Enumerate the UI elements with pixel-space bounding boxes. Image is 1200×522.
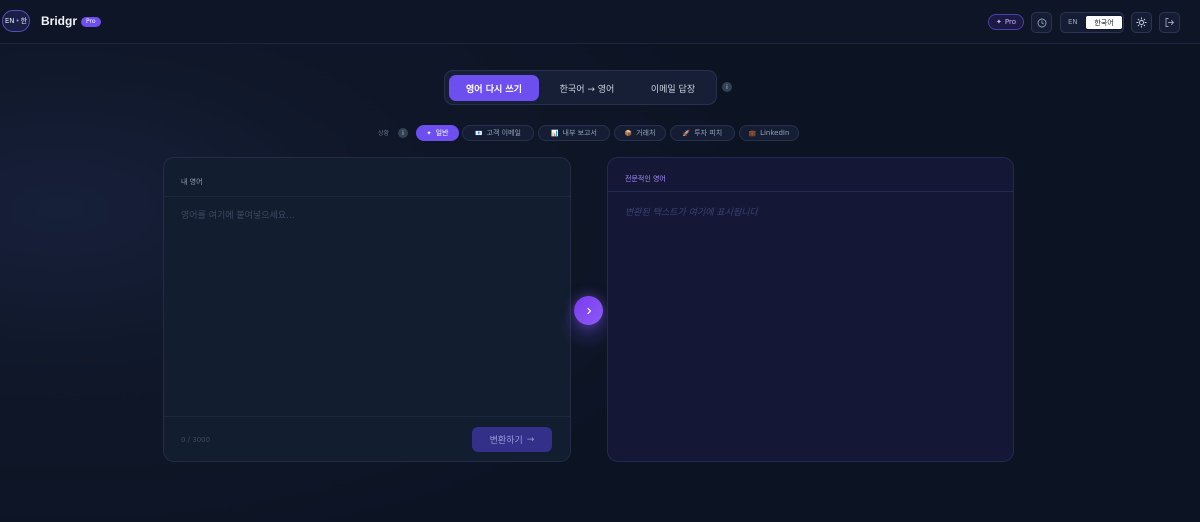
briefcase-icon: 💼 bbox=[748, 129, 757, 137]
language-toggle[interactable]: EN 한국어 bbox=[1060, 12, 1124, 33]
convert-button[interactable]: 변환하기 → bbox=[472, 427, 552, 452]
clock-icon bbox=[1037, 18, 1046, 27]
package-icon: 📦 bbox=[624, 129, 633, 137]
top-header: EN • 한 Bridgr Pro ✦ Pro EN 한국어 bbox=[0, 0, 1200, 44]
rocket-icon: 🚀 bbox=[682, 129, 691, 137]
input-panel: 내 영어 0 / 3000 변환하기 → bbox=[163, 157, 571, 462]
mode-tabs: 영어 다시 쓰기 한국어 → 영어 이메일 답장 bbox=[444, 70, 717, 105]
divider bbox=[608, 191, 1013, 192]
situation-info-icon[interactable]: i bbox=[398, 128, 408, 138]
upgrade-pro-button[interactable]: ✦ Pro bbox=[988, 14, 1024, 30]
chip-partner[interactable]: 📦 거래처 bbox=[614, 125, 666, 141]
logo-icon: EN • 한 bbox=[2, 10, 30, 32]
sparkle-icon: ✦ bbox=[426, 129, 432, 137]
chip-general[interactable]: ✦ 일반 bbox=[416, 125, 459, 141]
chip-label: 투자 피치 bbox=[694, 129, 723, 137]
chip-linkedin[interactable]: 💼 LinkedIn bbox=[739, 125, 799, 141]
divider bbox=[164, 196, 570, 197]
tabs-info-icon[interactable]: i bbox=[722, 82, 732, 92]
chip-internal-report[interactable]: 📊 내부 보고서 bbox=[538, 125, 610, 141]
chip-label: 내부 보고서 bbox=[562, 129, 597, 137]
tab-rewrite-english[interactable]: 영어 다시 쓰기 bbox=[449, 75, 539, 101]
history-button[interactable] bbox=[1031, 12, 1052, 33]
chip-label: 거래처 bbox=[636, 129, 656, 137]
theme-toggle-button[interactable] bbox=[1131, 12, 1152, 33]
tab-email-reply[interactable]: 이메일 답장 bbox=[633, 75, 713, 101]
logout-icon bbox=[1165, 18, 1175, 27]
divider bbox=[164, 416, 570, 417]
transform-button[interactable] bbox=[574, 296, 603, 325]
bar-chart-icon: 📊 bbox=[551, 129, 559, 137]
chip-label: 고객 이메일 bbox=[486, 129, 521, 137]
pro-badge: Pro bbox=[81, 17, 101, 27]
chip-customer-email[interactable]: 📧 고객 이메일 bbox=[462, 125, 534, 141]
tab-korean-to-english[interactable]: 한국어 → 영어 bbox=[543, 75, 631, 101]
convert-label: 변환하기 bbox=[489, 436, 523, 446]
chevron-right-icon bbox=[586, 307, 591, 314]
output-panel-title: 전문적인 영어 bbox=[625, 175, 666, 183]
char-count: 0 / 3000 bbox=[181, 436, 211, 444]
sparkle-icon: ✦ bbox=[996, 18, 1002, 26]
lang-option-ko[interactable]: 한국어 bbox=[1085, 15, 1123, 30]
output-placeholder: 변환된 텍스트가 여기에 표시됩니다 bbox=[625, 208, 758, 218]
chip-investor-pitch[interactable]: 🚀 투자 피치 bbox=[670, 125, 735, 141]
english-input[interactable] bbox=[181, 208, 556, 408]
brand-name: Bridgr bbox=[41, 14, 77, 28]
email-icon: 📧 bbox=[475, 129, 483, 137]
chip-label: 일반 bbox=[435, 129, 449, 137]
sun-icon bbox=[1136, 17, 1147, 28]
situation-label: 상황 bbox=[378, 130, 390, 137]
chip-label: LinkedIn bbox=[760, 129, 790, 137]
logout-button[interactable] bbox=[1159, 12, 1180, 33]
lang-option-en[interactable]: EN bbox=[1068, 18, 1078, 26]
arrow-right-icon: → bbox=[526, 434, 535, 445]
upgrade-pro-label: Pro bbox=[1004, 18, 1016, 26]
output-panel: 전문적인 영어 변환된 텍스트가 여기에 표시됩니다 bbox=[607, 157, 1014, 462]
input-panel-title: 내 영어 bbox=[181, 178, 203, 186]
